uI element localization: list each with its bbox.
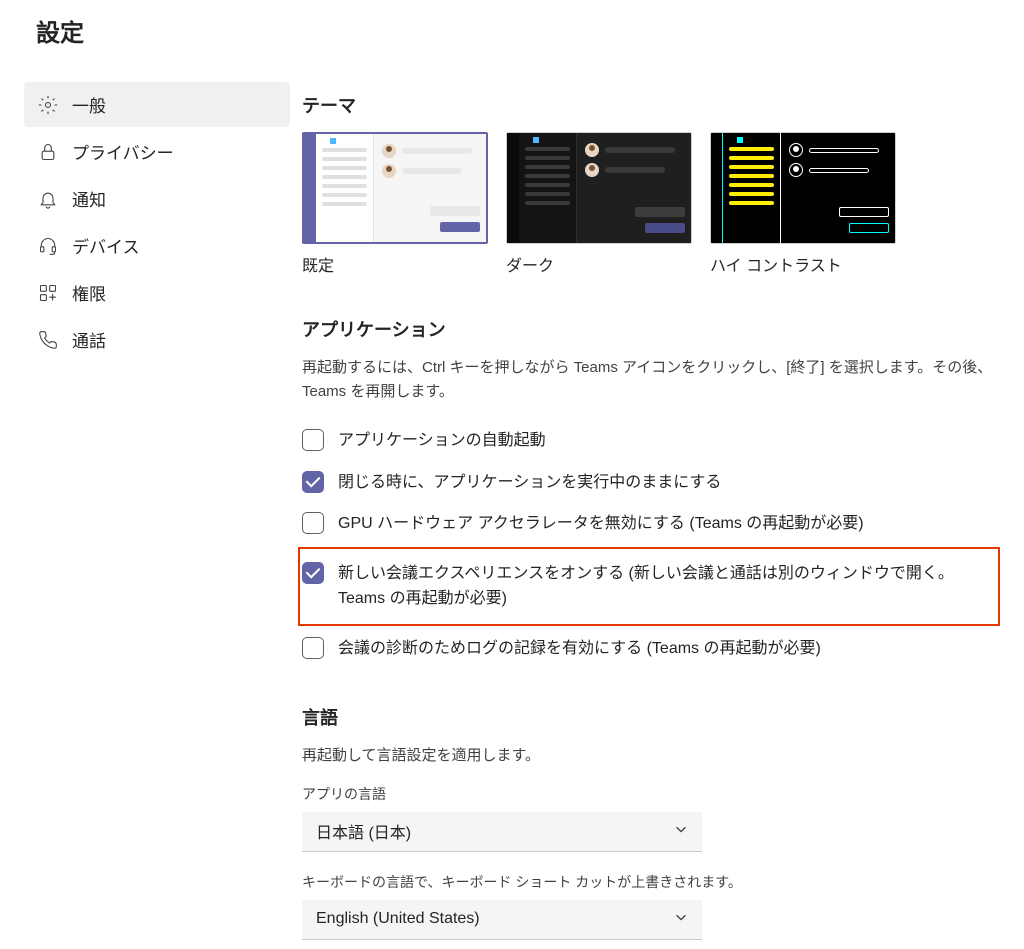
theme-option-default[interactable]: 既定 bbox=[302, 132, 488, 276]
option-new-meeting-experience[interactable]: 新しい会議エクスペリエンスをオンする (新しい会議と通話は別のウィンドウで開く。… bbox=[302, 553, 996, 620]
settings-title: 設定 bbox=[36, 13, 84, 48]
chevron-down-icon bbox=[674, 910, 688, 929]
checkbox-label: 閉じる時に、アプリケーションを実行中のままにする bbox=[338, 470, 721, 496]
keyboard-language-desc: キーボードの言語で、キーボード ショート カットが上書きされます。 bbox=[302, 872, 996, 892]
checkbox[interactable] bbox=[302, 471, 324, 493]
sidebar-item-privacy[interactable]: プライバシー bbox=[24, 129, 290, 174]
select-value: English (United States) bbox=[316, 910, 480, 928]
theme-label: ハイ コントラスト bbox=[710, 252, 896, 276]
sidebar-item-label: 一般 bbox=[72, 92, 106, 117]
language-desc: 再起動して言語設定を適用します。 bbox=[302, 744, 996, 768]
checkbox[interactable] bbox=[302, 637, 324, 659]
app-language-label: アプリの言語 bbox=[302, 784, 996, 804]
checkbox-label: GPU ハードウェア アクセラレータを無効にする (Teams の再起動が必要) bbox=[338, 511, 864, 537]
sidebar-item-label: デバイス bbox=[72, 233, 140, 258]
close-button[interactable] bbox=[972, 16, 1000, 44]
highlighted-option: 新しい会議エクスペリエンスをオンする (新しい会議と通話は別のウィンドウで開く。… bbox=[298, 547, 1000, 626]
theme-section: テーマ bbox=[302, 92, 996, 276]
checkbox[interactable] bbox=[302, 562, 324, 584]
chevron-down-icon bbox=[674, 822, 688, 841]
checkbox[interactable] bbox=[302, 429, 324, 451]
theme-preview-default bbox=[302, 132, 488, 244]
sidebar-item-label: プライバシー bbox=[72, 139, 174, 164]
application-section: アプリケーション 再起動するには、Ctrl キーを押しながら Teams アイコ… bbox=[302, 316, 996, 670]
sidebar-item-label: 権限 bbox=[72, 280, 106, 305]
lock-icon bbox=[38, 142, 58, 162]
phone-icon bbox=[38, 330, 58, 350]
option-meeting-diagnostics[interactable]: 会議の診断のためログの記録を有効にする (Teams の再起動が必要) bbox=[302, 628, 996, 670]
sidebar-item-calls[interactable]: 通話 bbox=[24, 317, 290, 362]
sidebar-item-devices[interactable]: デバイス bbox=[24, 223, 290, 268]
option-disable-gpu[interactable]: GPU ハードウェア アクセラレータを無効にする (Teams の再起動が必要) bbox=[302, 503, 996, 545]
keyboard-language-select[interactable]: English (United States) bbox=[302, 900, 702, 940]
sidebar-item-general[interactable]: 一般 bbox=[24, 82, 290, 127]
app-language-select[interactable]: 日本語 (日本) bbox=[302, 812, 702, 852]
checkbox-label: アプリケーションの自動起動 bbox=[338, 428, 546, 454]
option-autostart[interactable]: アプリケーションの自動起動 bbox=[302, 420, 996, 462]
theme-option-high-contrast[interactable]: ハイ コントラスト bbox=[710, 132, 896, 276]
theme-preview-dark bbox=[506, 132, 692, 244]
theme-option-dark[interactable]: ダーク bbox=[506, 132, 692, 276]
checkbox-label: 新しい会議エクスペリエンスをオンする (新しい会議と通話は別のウィンドウで開く。… bbox=[338, 561, 996, 612]
sidebar-item-label: 通知 bbox=[72, 186, 106, 211]
sidebar-item-notifications[interactable]: 通知 bbox=[24, 176, 290, 221]
application-title: アプリケーション bbox=[302, 316, 996, 342]
theme-label: ダーク bbox=[506, 252, 692, 276]
theme-label: 既定 bbox=[302, 252, 488, 276]
application-desc: 再起動するには、Ctrl キーを押しながら Teams アイコンをクリックし、[… bbox=[302, 356, 996, 404]
bell-icon bbox=[38, 189, 58, 209]
theme-title: テーマ bbox=[302, 92, 996, 118]
language-section: 言語 再起動して言語設定を適用します。 アプリの言語 日本語 (日本) キーボー… bbox=[302, 704, 996, 949]
checkbox-label: 会議の診断のためログの記録を有効にする (Teams の再起動が必要) bbox=[338, 636, 821, 662]
headset-icon bbox=[38, 236, 58, 256]
select-value: 日本語 (日本) bbox=[316, 819, 411, 843]
option-keep-running[interactable]: 閉じる時に、アプリケーションを実行中のままにする bbox=[302, 462, 996, 504]
sidebar-item-label: 通話 bbox=[72, 327, 106, 352]
apps-icon bbox=[38, 283, 58, 303]
sidebar-item-permissions[interactable]: 権限 bbox=[24, 270, 290, 315]
theme-preview-high-contrast bbox=[710, 132, 896, 244]
language-title: 言語 bbox=[302, 704, 996, 730]
gear-icon bbox=[38, 95, 58, 115]
checkbox[interactable] bbox=[302, 512, 324, 534]
